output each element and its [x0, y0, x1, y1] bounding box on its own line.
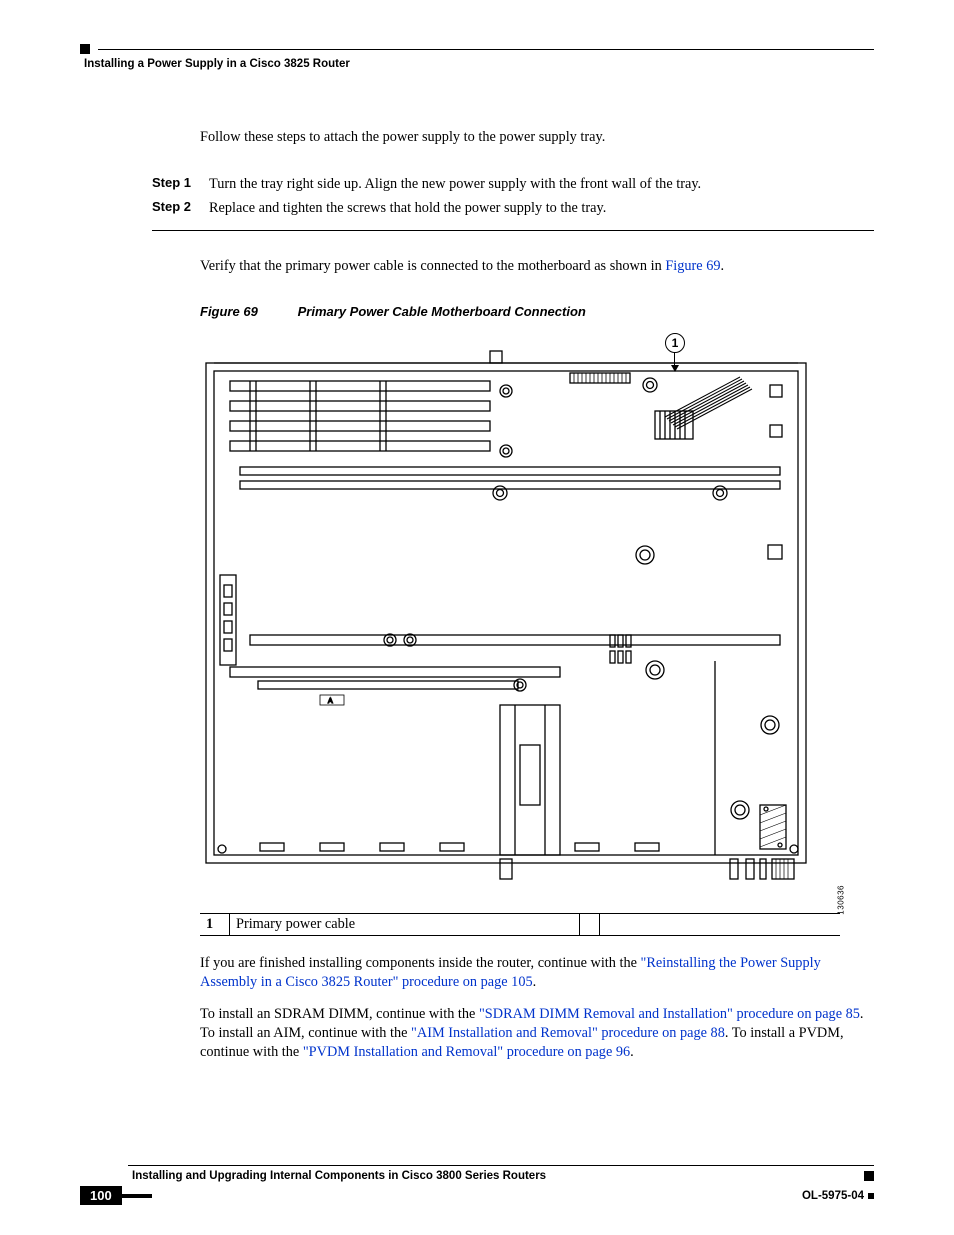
footer-bar-icon [864, 1171, 874, 1181]
sdram-link[interactable]: "SDRAM DIMM Removal and Installation" pr… [479, 1006, 860, 1022]
page-number-tail-icon [122, 1194, 152, 1198]
header-bar-icon [80, 44, 90, 54]
step-row: Step 2 Replace and tighten the screws th… [152, 199, 874, 218]
continue-paragraph-1: If you are finished installing component… [200, 954, 874, 993]
svg-text:A: A [328, 698, 333, 705]
aim-link[interactable]: "AIM Installation and Removal" procedure… [411, 1025, 725, 1041]
page-number: 100 [80, 1186, 122, 1205]
figure-number: Figure 69 [200, 304, 294, 319]
intro-paragraph: Follow these steps to attach the power s… [200, 128, 874, 147]
verify-paragraph: Verify that the primary power cable is c… [200, 257, 874, 276]
table-row: 1 Primary power cable [200, 914, 840, 935]
p2-text-d: . [630, 1044, 634, 1060]
p2-text-a: To install an SDRAM DIMM, continue with … [200, 1006, 479, 1022]
step-row: Step 1 Turn the tray right side up. Alig… [152, 175, 874, 194]
key-text: Primary power cable [230, 914, 580, 935]
verify-text-post: . [721, 258, 725, 274]
figure-id: 130636 [837, 885, 846, 915]
page-footer: Installing and Upgrading Internal Compon… [80, 1165, 874, 1205]
figure-69: 1 [200, 333, 832, 885]
footer-endcap-icon [868, 1193, 874, 1199]
footer-rule [128, 1165, 874, 1166]
step-separator [152, 230, 874, 231]
figure-title: Primary Power Cable Motherboard Connecti… [298, 304, 586, 319]
key-number: 1 [200, 914, 230, 935]
step-list: Step 1 Turn the tray right side up. Alig… [152, 175, 874, 218]
footer-book-title: Installing and Upgrading Internal Compon… [132, 1170, 546, 1182]
figure-caption: Figure 69 Primary Power Cable Motherboar… [200, 304, 874, 319]
pvdm-link[interactable]: "PVDM Installation and Removal" procedur… [303, 1044, 630, 1060]
continue-paragraph-2: To install an SDRAM DIMM, continue with … [200, 1005, 874, 1063]
step-text: Turn the tray right side up. Align the n… [209, 175, 701, 194]
step-label: Step 1 [152, 175, 191, 194]
verify-text-pre: Verify that the primary power cable is c… [200, 258, 665, 274]
p1-text-b: . [533, 974, 537, 990]
doc-id: OL-5975-04 [802, 1190, 864, 1202]
motherboard-diagram-icon: A [200, 345, 820, 885]
key-spacer [600, 914, 840, 935]
step-label: Step 2 [152, 199, 191, 218]
key-spacer [580, 914, 600, 935]
figure-xref-link[interactable]: Figure 69 [665, 258, 720, 274]
header-section-title: Installing a Power Supply in a Cisco 382… [84, 58, 874, 70]
header-rule [98, 49, 874, 50]
figure-key-table: 1 Primary power cable [200, 913, 840, 936]
p1-text-a: If you are finished installing component… [200, 955, 641, 971]
step-text: Replace and tighten the screws that hold… [209, 199, 606, 218]
